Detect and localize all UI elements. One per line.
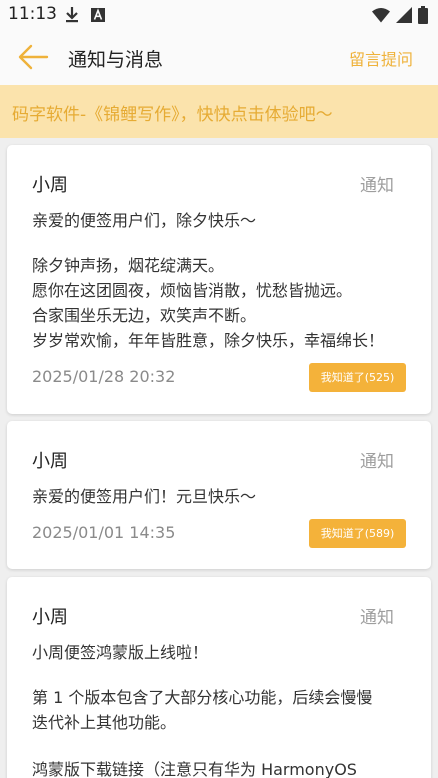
status-bar: 11:13 [0, 0, 438, 30]
notification-date: 2025/01/01 14:35 [32, 523, 176, 542]
notification-greeting: 小周便签鸿蒙版上线啦！ [32, 643, 209, 662]
notification-type: 通知 [360, 452, 394, 472]
status-notification-icons [64, 6, 106, 28]
battery-icon [418, 6, 428, 28]
notification-card: 小周 通知 亲爱的便签用户们！元旦快乐～ 2025/01/01 14:35 我知… [7, 421, 431, 569]
notification-body-line: 鸿蒙版下载链接（注意只有华为 HarmonyOS [32, 760, 357, 778]
font-icon [90, 7, 106, 27]
notification-sender: 小周 [32, 607, 68, 628]
download-icon [64, 6, 80, 28]
notification-body-line: 迭代补上其他功能。 [32, 713, 177, 732]
notification-card: 小周 通知 小周便签鸿蒙版上线啦！ 第 1 个版本包含了大部分核心功能，后续会慢… [7, 577, 431, 778]
back-button[interactable] [16, 42, 50, 72]
status-system-icons [372, 6, 428, 28]
feedback-button[interactable]: 留言提问 [349, 46, 413, 70]
acknowledge-button[interactable]: 我知道了(589) [309, 519, 406, 548]
page-title: 通知与消息 [68, 49, 164, 71]
notification-card: 小周 通知 亲爱的便签用户们，除夕快乐～ 除夕钟声扬，烟花绽满天。 愿你在这团圆… [7, 145, 431, 414]
promo-text: 码字软件-《锦鲤写作》，快快点击体验吧～ [12, 105, 333, 125]
notification-list[interactable]: 小周 通知 亲爱的便签用户们，除夕快乐～ 除夕钟声扬，烟花绽满天。 愿你在这团圆… [0, 138, 438, 778]
notification-greeting: 亲爱的便签用户们，除夕快乐～ [32, 211, 257, 230]
notification-type: 通知 [360, 176, 394, 196]
notification-type: 通知 [360, 608, 394, 628]
promo-banner[interactable]: 码字软件-《锦鲤写作》，快快点击体验吧～ [0, 85, 438, 138]
notification-body-line: 愿你在这团圆夜，烦恼皆消散，忧愁皆抛远。 [32, 281, 353, 300]
notification-sender: 小周 [32, 451, 68, 472]
notification-date: 2025/01/28 20:32 [32, 367, 176, 386]
notification-body-line: 第 1 个版本包含了大部分核心功能，后续会慢慢 [32, 688, 373, 707]
app-bar: 通知与消息 留言提问 [0, 30, 438, 85]
signal-icon [396, 7, 412, 27]
notification-sender: 小周 [32, 175, 68, 196]
notification-body-line: 合家围坐乐无边，欢笑声不断。 [32, 306, 257, 325]
wifi-icon [372, 7, 390, 27]
notification-body-line: 岁岁常欢愉，年年皆胜意，除夕快乐，幸福绵长！ [32, 331, 385, 350]
notification-body-line: 除夕钟声扬，烟花绽满天。 [32, 256, 225, 275]
acknowledge-button[interactable]: 我知道了(525) [309, 363, 406, 392]
status-time: 11:13 [8, 4, 57, 24]
notification-greeting: 亲爱的便签用户们！元旦快乐～ [32, 487, 257, 506]
arrow-left-icon [18, 44, 49, 70]
